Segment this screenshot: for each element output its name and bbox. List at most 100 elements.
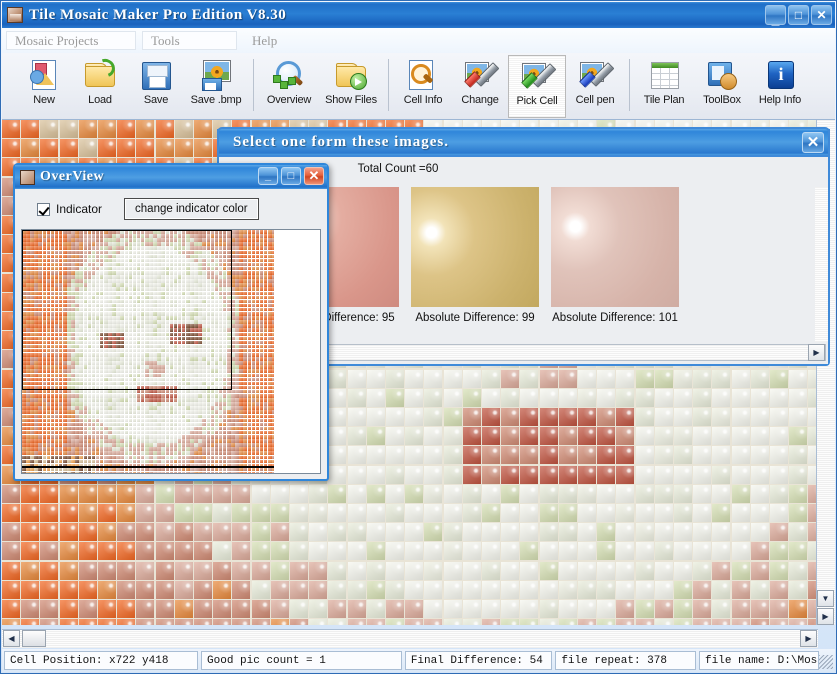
mosaic-tile[interactable] [693,466,711,484]
mosaic-tile[interactable] [424,619,442,625]
mosaic-tile[interactable] [21,139,39,157]
mosaic-tile[interactable] [309,562,327,580]
mosaic-tile[interactable] [770,600,788,618]
mosaic-tile[interactable] [424,523,442,541]
mosaic-tile[interactable] [597,370,615,388]
mosaic-tile[interactable] [175,581,193,599]
mosaic-tile[interactable] [578,542,596,560]
mosaic-tile[interactable] [232,523,250,541]
mosaic-tile[interactable] [751,542,769,560]
mosaic-tile[interactable] [540,427,558,445]
scroll-down-button[interactable]: ▼ [817,590,834,607]
mosaic-tile[interactable] [444,562,462,580]
mosaic-tile[interactable] [597,600,615,618]
mosaic-tile[interactable] [98,600,116,618]
mosaic-tile[interactable] [252,504,270,522]
mosaic-tile[interactable] [271,485,289,503]
mosaic-tile[interactable] [424,581,442,599]
mosaic-tile[interactable] [674,370,692,388]
mosaic-tile[interactable] [597,427,615,445]
mosaic-tile[interactable] [79,139,97,157]
mosaic-tile[interactable] [2,485,20,503]
mosaic-tile[interactable] [367,523,385,541]
mosaic-tile[interactable] [156,120,174,138]
mosaic-tile[interactable] [655,504,673,522]
mosaic-tile[interactable] [712,542,730,560]
mosaic-tile[interactable] [540,542,558,560]
mosaic-tile[interactable] [540,504,558,522]
mosaic-tile[interactable] [60,562,78,580]
mosaic-tile[interactable] [232,600,250,618]
mosaic-tile[interactable] [712,504,730,522]
mosaic-tile[interactable] [693,600,711,618]
mosaic-tile[interactable] [156,619,174,625]
thumbnail-item[interactable]: Absolute Difference: 99 [411,187,539,324]
toolbar-button-overview[interactable]: Overview [259,55,319,118]
mosaic-tile[interactable] [290,485,308,503]
mosaic-tile[interactable] [789,485,807,503]
mosaic-tile[interactable] [194,504,212,522]
mosaic-tile[interactable] [424,600,442,618]
mosaic-tile[interactable] [348,370,366,388]
mosaic-tile[interactable] [482,408,500,426]
mosaic-tile[interactable] [732,619,750,625]
mosaic-tile[interactable] [751,466,769,484]
mosaic-tile[interactable] [136,485,154,503]
close-button[interactable]: ✕ [811,5,832,25]
mosaic-tile[interactable] [2,600,20,618]
mosaic-tile[interactable] [751,427,769,445]
mosaic-tile[interactable] [60,504,78,522]
mosaic-tile[interactable] [636,466,654,484]
mosaic-tile[interactable] [424,389,442,407]
mosaic-tile[interactable] [789,446,807,464]
mosaic-tile[interactable] [636,504,654,522]
toolbar-button-save[interactable]: Save [128,55,184,118]
mosaic-tile[interactable] [424,542,442,560]
mosaic-tile[interactable] [213,600,231,618]
mosaic-tile[interactable] [520,427,538,445]
mosaic-tile[interactable] [117,619,135,625]
mosaic-tile[interactable] [751,408,769,426]
mosaic-tile[interactable] [98,504,116,522]
mosaic-tile[interactable] [559,408,577,426]
mosaic-tile[interactable] [597,485,615,503]
mosaic-tile[interactable] [636,619,654,625]
mosaic-tile[interactable] [194,523,212,541]
menu-item-tools[interactable]: Tools [142,31,237,50]
mosaic-tile[interactable] [751,562,769,580]
mosaic-tile[interactable] [636,600,654,618]
toolbar-button-save-bmp[interactable]: Save .bmp [184,55,248,118]
mosaic-tile[interactable] [482,523,500,541]
mosaic-tile[interactable] [424,408,442,426]
mosaic-tile[interactable] [79,619,97,625]
mosaic-tile[interactable] [98,523,116,541]
mosaic-tile[interactable] [693,485,711,503]
mosaic-tile[interactable] [482,427,500,445]
mosaic-tile[interactable] [117,523,135,541]
mosaic-tile[interactable] [213,485,231,503]
mosaic-tile[interactable] [520,389,538,407]
mosaic-tile[interactable] [424,485,442,503]
mosaic-tile[interactable] [328,427,346,445]
mosaic-tile[interactable] [136,619,154,625]
mosaic-tile[interactable] [597,389,615,407]
mosaic-tile[interactable] [482,562,500,580]
mosaic-tile[interactable] [271,523,289,541]
mosaic-tile[interactable] [540,370,558,388]
mosaic-tile[interactable] [540,581,558,599]
mosaic-tile[interactable] [674,427,692,445]
mosaic-tile[interactable] [309,542,327,560]
mosaic-tile[interactable] [367,389,385,407]
mosaic-tile[interactable] [482,466,500,484]
mosaic-tile[interactable] [789,389,807,407]
mosaic-tile[interactable] [136,542,154,560]
mosaic-tile[interactable] [712,523,730,541]
mosaic-tile[interactable] [405,504,423,522]
mosaic-tile[interactable] [559,562,577,580]
mosaic-tile[interactable] [770,581,788,599]
toolbar-button-tile-plan[interactable]: Tile Plan [635,55,693,118]
mosaic-tile[interactable] [578,389,596,407]
mosaic-tile[interactable] [290,562,308,580]
mosaic-tile[interactable] [2,120,20,138]
mosaic-tile[interactable] [232,542,250,560]
